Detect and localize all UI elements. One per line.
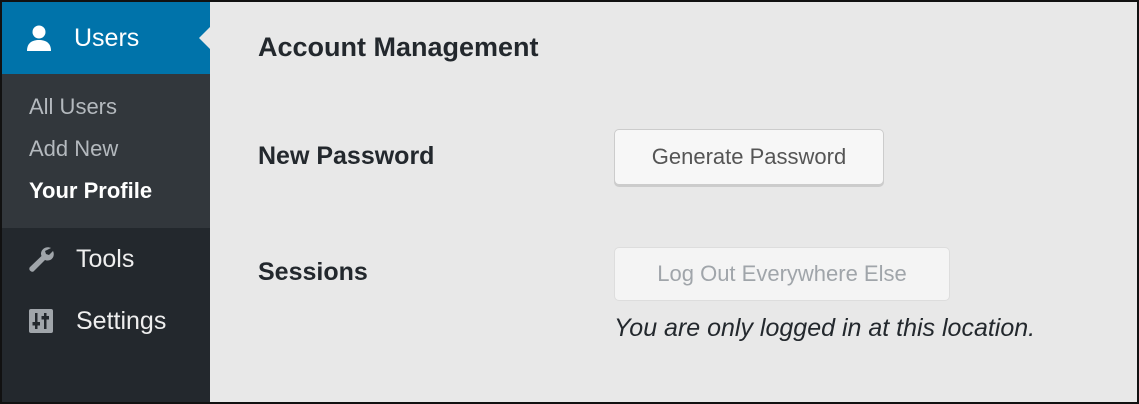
sidebar-item-label: Users <box>74 23 140 52</box>
sidebar-item-users[interactable]: Users <box>2 2 211 74</box>
sessions-status-text: You are only logged in at this location. <box>614 314 1036 342</box>
sidebar-item-label: Tools <box>76 244 135 273</box>
sessions-label: Sessions <box>258 258 368 286</box>
log-out-everywhere-else-button[interactable]: Log Out Everywhere Else <box>614 247 950 301</box>
admin-sidebar: Users All Users Add New Your Profile Too… <box>2 2 211 402</box>
submenu-item-your-profile[interactable]: Your Profile <box>2 164 210 218</box>
admin-frame: Users All Users Add New Your Profile Too… <box>0 0 1139 404</box>
users-submenu: All Users Add New Your Profile <box>2 74 210 228</box>
sidebar-item-settings[interactable]: Settings <box>2 290 210 352</box>
sidebar-item-label: Settings <box>76 306 167 335</box>
section-title: Account Management <box>258 32 539 62</box>
main-content: Account Management New Password Generate… <box>210 2 1137 402</box>
users-icon <box>24 23 54 53</box>
new-password-label: New Password <box>258 142 435 170</box>
wrench-icon <box>26 244 56 274</box>
sidebar-item-tools[interactable]: Tools <box>2 228 210 290</box>
settings-sliders-icon <box>26 306 56 336</box>
generate-password-button[interactable]: Generate Password <box>614 129 884 185</box>
